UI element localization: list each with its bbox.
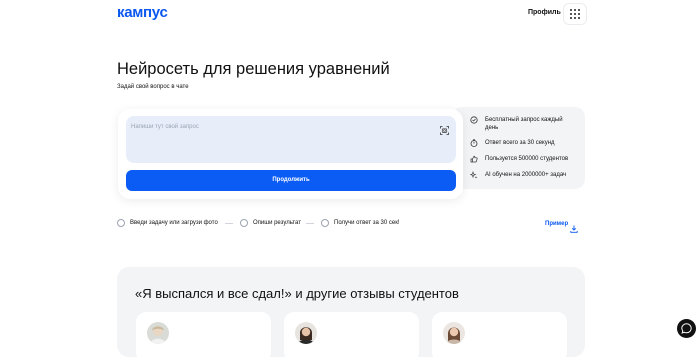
profile-link[interactable]: Профиль [528, 9, 561, 16]
example-link[interactable]: Пример [545, 221, 568, 227]
download-icon[interactable] [570, 220, 578, 233]
step-circle-icon [240, 219, 248, 227]
feature-text: AI обучен на 2000000+ задач [485, 172, 567, 178]
step-circle-icon [117, 219, 125, 227]
page-subtitle: Задай свой вопрос в чате [117, 84, 189, 90]
thumbs-up-icon [470, 155, 478, 163]
step-enter-task: Введи задачу или загрузи фото [117, 219, 218, 227]
feature-text: Пользуется 500000 студентов [485, 156, 569, 162]
feature-item-users: Пользуется 500000 студентов [470, 155, 568, 163]
chat-bubble-icon[interactable] [677, 319, 696, 338]
step-label: Опиши результат [253, 220, 301, 226]
step-label: Получи ответ за 30 сек! [334, 220, 400, 226]
chat-input-placeholder: Напиши тут свой запрос [131, 124, 199, 130]
step-describe-result: Опиши результат [240, 219, 301, 227]
step-divider [306, 223, 314, 224]
continue-button[interactable]: Продолжить [126, 170, 456, 191]
header: кампус Профиль [0, 0, 700, 30]
feature-item-free: Бесплатный запрос каждый день [470, 116, 575, 132]
step-circle-icon [321, 219, 329, 227]
sparkle-icon [469, 170, 478, 179]
feature-text: Ответ всего за 30 секунд [485, 140, 555, 146]
feature-item-ai: AI обучен на 2000000+ задач [469, 170, 567, 179]
step-label: Введи задачу или загрузи фото [130, 220, 218, 226]
timer-icon [470, 139, 478, 147]
page-title: Нейросеть для решения уравнений [117, 60, 390, 78]
step-get-answer: Получи ответ за 30 сек! [321, 219, 400, 227]
feature-text: Бесплатный запрос каждый день [485, 117, 563, 131]
check-circle-icon [470, 116, 478, 124]
feature-item-speed: Ответ всего за 30 секунд [470, 139, 555, 147]
avatar [147, 322, 169, 344]
logo[interactable]: кампус [117, 4, 168, 21]
apps-grid-icon[interactable] [563, 3, 587, 25]
camera-scan-icon[interactable] [440, 122, 449, 135]
avatar [443, 322, 465, 344]
avatar [295, 322, 317, 344]
reviews-title: «Я выспался и все сдал!» и другие отзывы… [135, 286, 459, 301]
step-divider [225, 223, 233, 224]
